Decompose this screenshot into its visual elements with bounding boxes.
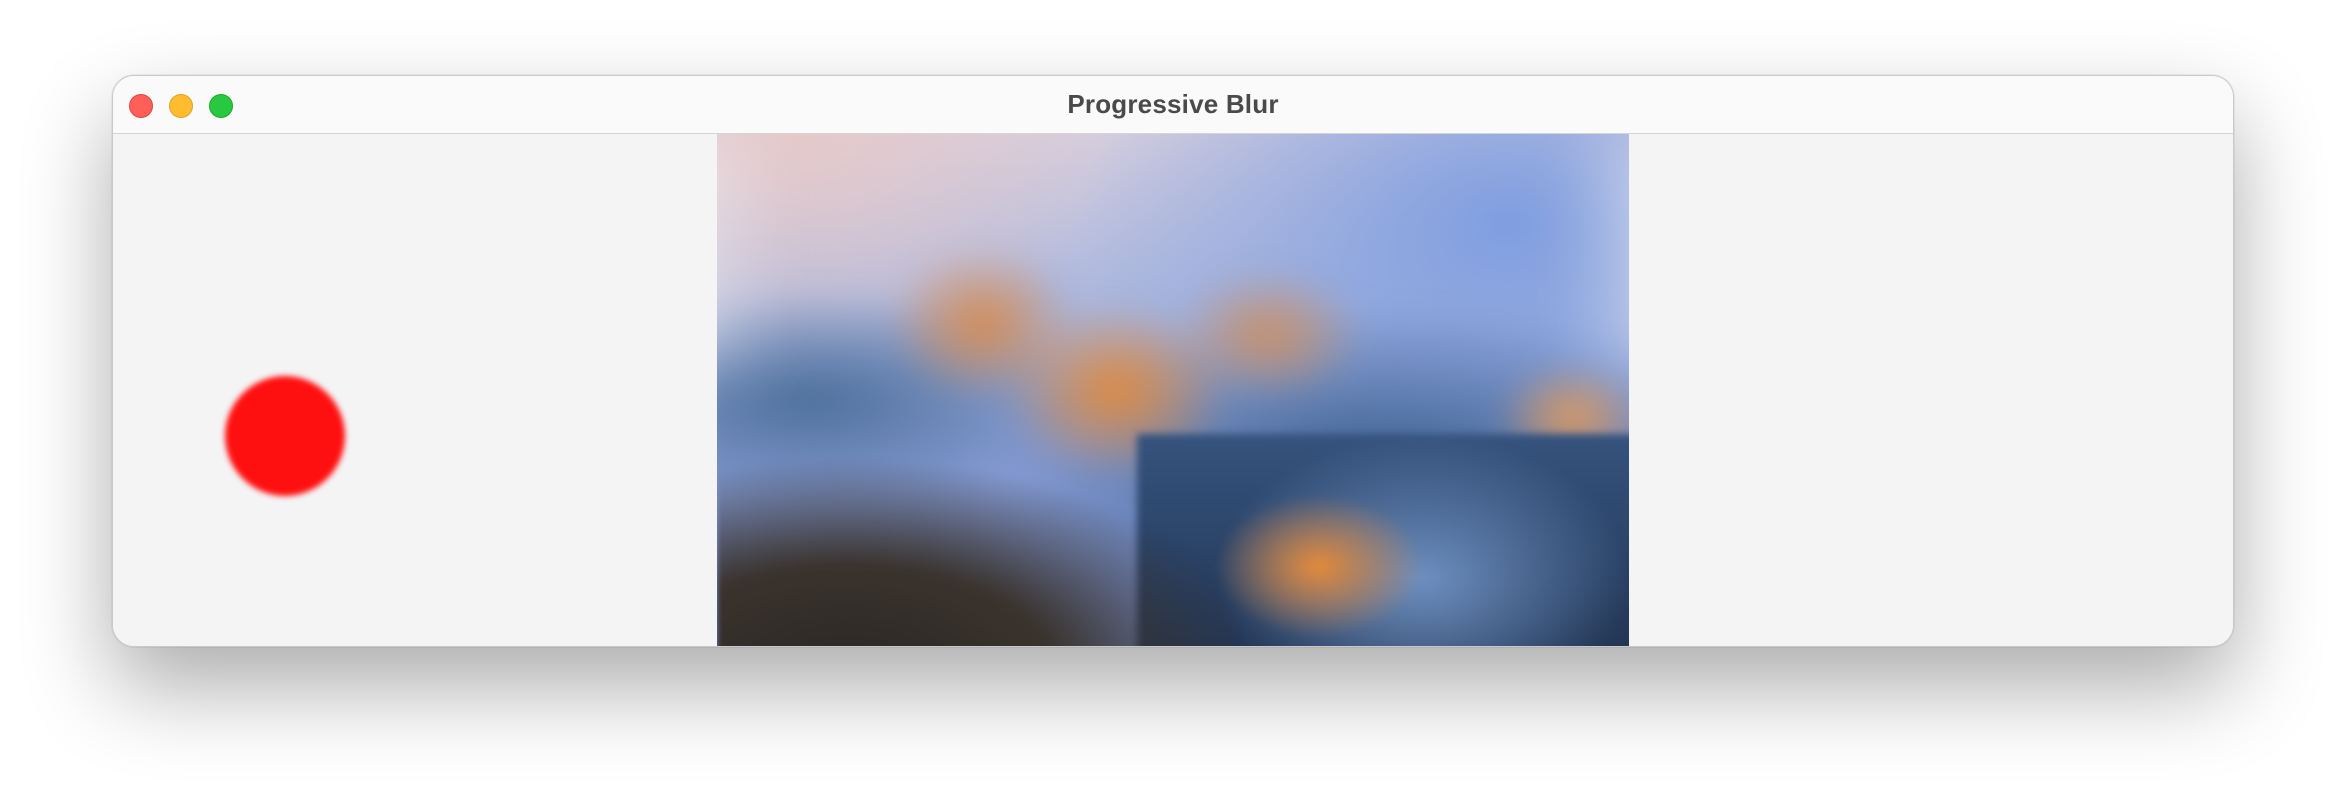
landscape-image xyxy=(717,134,1629,646)
close-icon[interactable] xyxy=(129,94,153,118)
window-title: Progressive Blur xyxy=(1067,89,1279,119)
minimize-icon[interactable] xyxy=(169,94,193,118)
title-bar[interactable]: Progressive Blur xyxy=(113,76,2233,134)
dark-rock xyxy=(717,434,1237,646)
app-window: Progressive Blur xyxy=(112,75,2234,647)
window-controls xyxy=(129,94,233,118)
red-circle xyxy=(225,376,345,496)
right-blur-edge xyxy=(1569,134,1629,364)
zoom-icon[interactable] xyxy=(209,94,233,118)
blur-canvas xyxy=(113,134,2233,646)
left-blur-edge xyxy=(717,134,777,364)
